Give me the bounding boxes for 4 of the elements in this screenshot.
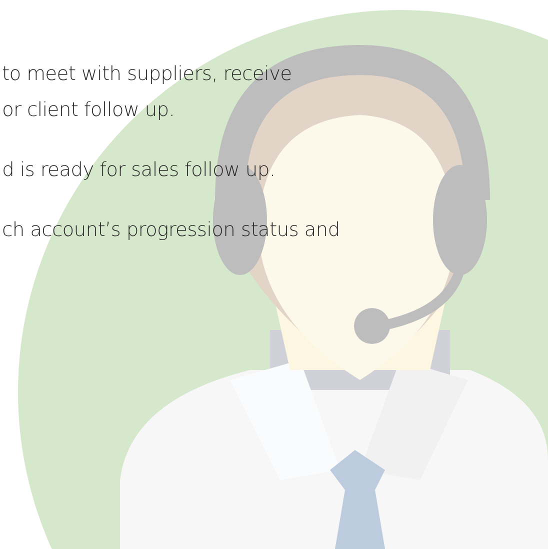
- text-line: d is ready for sales follow up.: [2, 157, 276, 183]
- text-line: to meet with suppliers, receive: [2, 61, 293, 87]
- text-line: or client follow up.: [2, 97, 176, 123]
- text-line: ch account’s progression status and: [2, 217, 341, 243]
